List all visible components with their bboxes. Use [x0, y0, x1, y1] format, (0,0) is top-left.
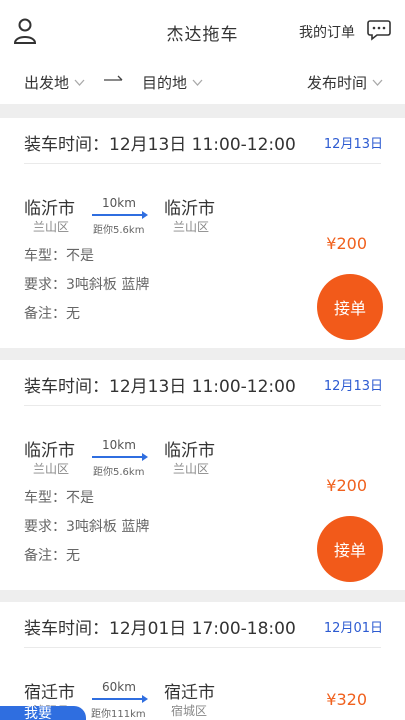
distance-to-you: 距你111km — [91, 709, 146, 720]
app-header: 杰达拖车 我的订单 — [0, 0, 405, 62]
my-orders-link[interactable]: 我的订单 — [299, 22, 355, 42]
distance-to-you: 距你5.6km — [93, 467, 145, 478]
from-city: 临沂市 — [24, 441, 75, 461]
card-header: 装车时间：12月13日 11:00-12:00 12月13日 — [24, 360, 383, 406]
route-arrow — [92, 211, 148, 219]
chat-icon[interactable] — [367, 19, 391, 41]
price: ¥200 — [326, 476, 367, 495]
to-district: 兰山区 — [173, 220, 210, 234]
from-city: 宿迁市 — [24, 683, 75, 703]
load-time: 装车时间：12月13日 11:00-12:00 — [24, 135, 296, 155]
order-card[interactable]: 装车时间：12月01日 17:00-18:00 12月01日 宿迁市 沭阳县 6… — [0, 602, 405, 720]
load-time: 装车时间：12月13日 11:00-12:00 — [24, 377, 296, 397]
accept-order-button[interactable]: 接单 — [317, 516, 383, 582]
card-divider — [0, 590, 405, 602]
route-distance: 60km — [102, 680, 136, 694]
date-tag: 12月13日 — [323, 137, 383, 152]
date-tag: 12月01日 — [323, 621, 383, 636]
to-district: 兰山区 — [173, 462, 210, 476]
price: ¥320 — [326, 690, 367, 709]
arrow-right-icon — [104, 75, 123, 81]
from-city: 临沂市 — [24, 199, 75, 219]
to-district: 宿城区 — [171, 704, 208, 718]
filter-bar: 出发地 目的地 发布时间 — [0, 62, 405, 104]
chevron-down-icon — [74, 79, 85, 86]
to-city: 临沂市 — [164, 441, 215, 461]
publish-time-filter[interactable]: 发布时间 — [307, 72, 383, 93]
destination-filter[interactable]: 目的地 — [142, 72, 203, 93]
card-header: 装车时间：12月01日 17:00-18:00 12月01日 — [24, 602, 383, 648]
origin-filter-label: 出发地 — [24, 74, 70, 92]
bottom-tab-button[interactable]: 我要 — [0, 706, 86, 720]
date-tag: 12月13日 — [323, 379, 383, 394]
card-header: 装车时间：12月13日 11:00-12:00 12月13日 — [24, 118, 383, 164]
destination-filter-label: 目的地 — [142, 74, 188, 92]
price: ¥200 — [326, 234, 367, 253]
publish-time-filter-label: 发布时间 — [306, 74, 367, 92]
distance-to-you: 距你5.6km — [93, 225, 145, 236]
to-city: 临沂市 — [164, 199, 215, 219]
card-divider — [0, 348, 405, 360]
order-card[interactable]: 装车时间：12月13日 11:00-12:00 12月13日 临沂市 兰山区 1… — [0, 360, 405, 590]
chevron-down-icon — [192, 79, 203, 86]
origin-filter[interactable]: 出发地 — [24, 72, 85, 93]
load-time: 装车时间：12月01日 17:00-18:00 — [24, 619, 296, 639]
from-district: 兰山区 — [33, 220, 70, 234]
order-card[interactable]: 装车时间：12月13日 11:00-12:00 12月13日 临沂市 兰山区 1… — [0, 118, 405, 348]
accept-order-button[interactable]: 接单 — [317, 274, 383, 340]
chevron-down-icon — [372, 79, 383, 86]
route-distance: 10km — [102, 196, 136, 210]
route-arrow — [92, 695, 148, 703]
from-district: 兰山区 — [33, 462, 70, 476]
route-arrow — [92, 453, 148, 461]
to-city: 宿迁市 — [164, 683, 215, 703]
route-distance: 10km — [102, 438, 136, 452]
